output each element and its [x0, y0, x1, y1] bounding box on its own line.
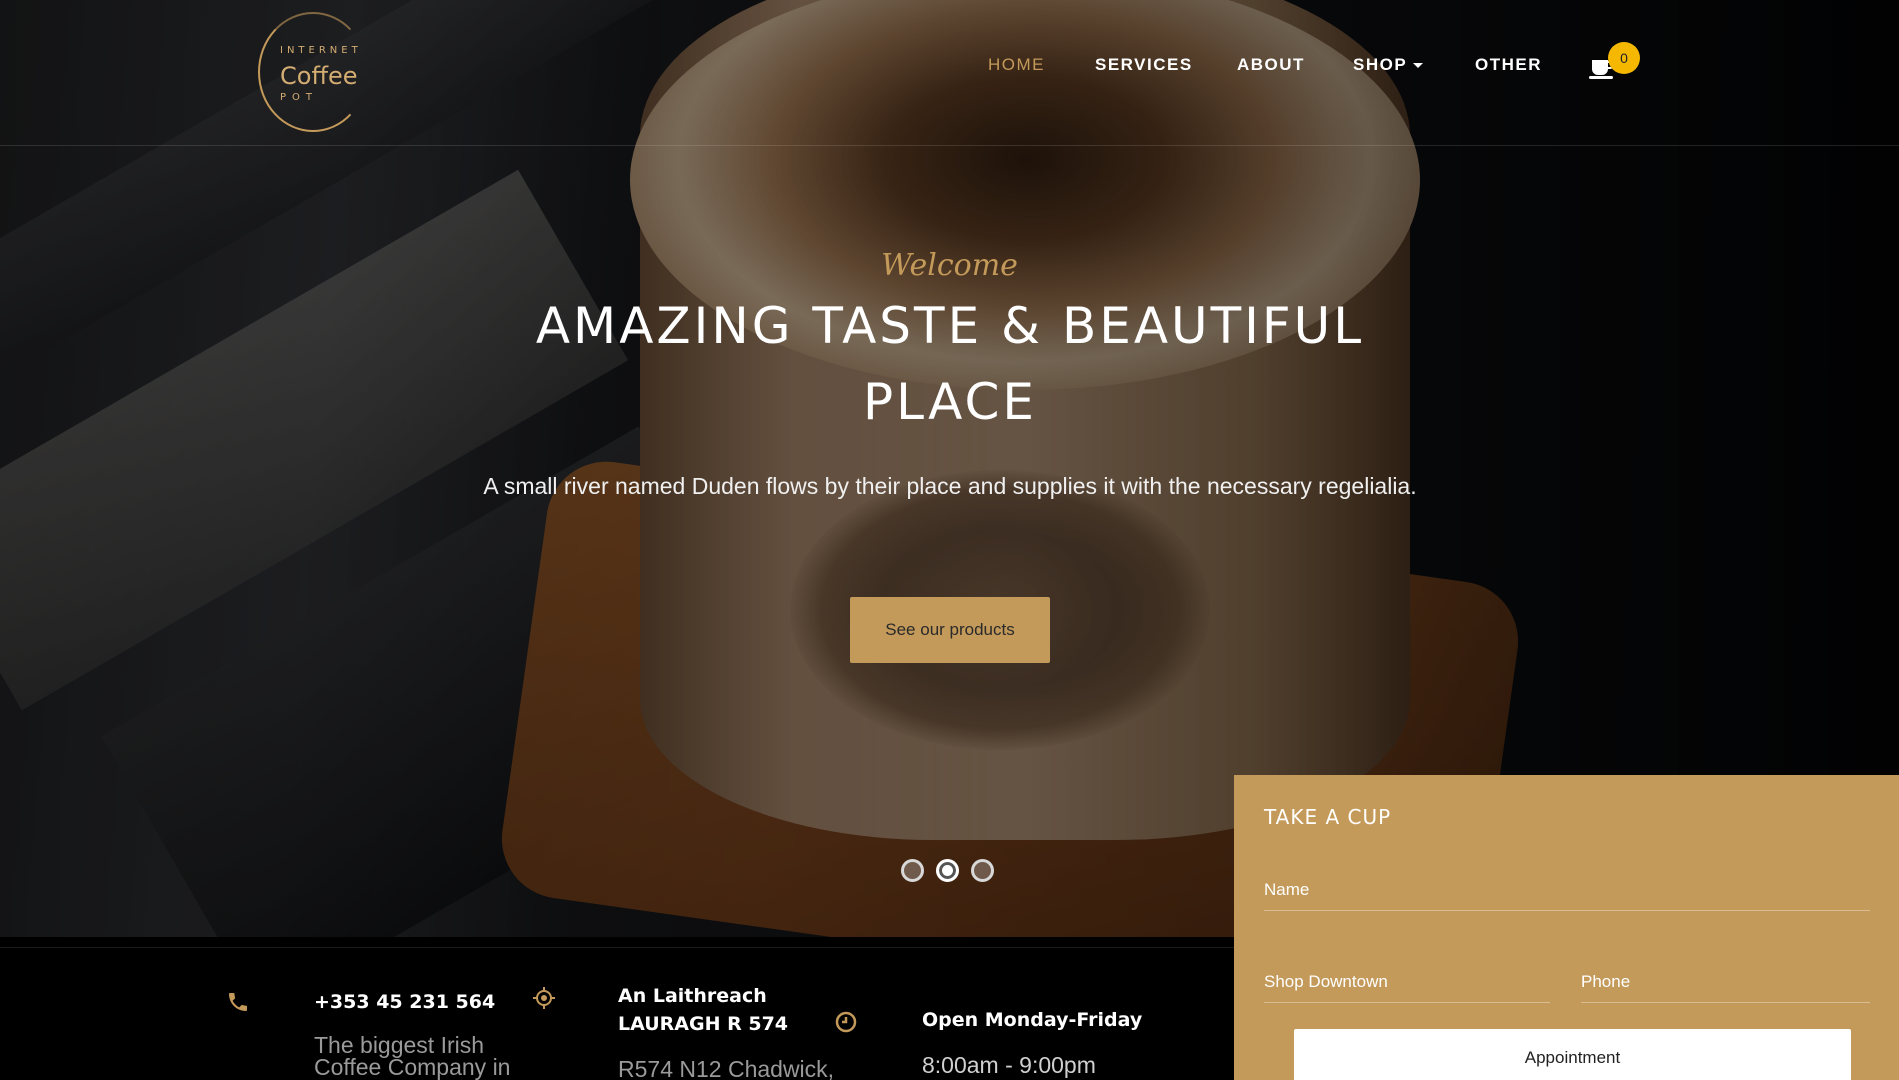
hero-subtitle: A small river named Duden flows by their… — [483, 473, 1417, 499]
chevron-down-icon — [1413, 63, 1424, 69]
nav-home[interactable]: HOME — [988, 55, 1045, 75]
carousel-dot-1[interactable] — [901, 859, 924, 882]
nav-shop[interactable]: SHOP — [1353, 55, 1424, 75]
clock-icon — [835, 1011, 857, 1033]
hero-headline: AMAZING TASTE & BEAUTIFUL PLACE — [535, 297, 1365, 431]
hours-time: 8:00am - 9:00pm — [922, 1052, 1096, 1078]
carousel-dot-3[interactable] — [971, 859, 994, 882]
carousel-dot-2[interactable] — [936, 859, 959, 882]
shop-select[interactable] — [1264, 961, 1550, 1003]
logo-line-2: Coffee — [280, 62, 358, 90]
address-line-1: An Laithreach — [618, 985, 767, 1007]
location-icon — [533, 987, 555, 1009]
nav-about[interactable]: ABOUT — [1237, 55, 1305, 75]
phone-number[interactable]: +353 45 231 564 — [314, 988, 495, 1016]
name-input[interactable] — [1264, 869, 1870, 911]
appointment-button[interactable]: Appointment — [1294, 1029, 1851, 1080]
carousel-indicators — [901, 859, 994, 882]
nav-shop-label: SHOP — [1353, 55, 1408, 74]
address-line-3: R574 N12 Chadwick, — [618, 1056, 835, 1080]
site-header: INTERNET Coffee POT HOME SERVICES ABOUT … — [0, 0, 1899, 146]
booking-panel: TAKE A CUP Appointment — [1234, 775, 1899, 1080]
phone-tagline: The biggest Irish Coffee Company in the … — [314, 1032, 511, 1080]
phone-icon — [229, 993, 247, 1011]
hours-title: Open Monday-Friday — [922, 1009, 1143, 1031]
logo-line-1: INTERNET — [280, 45, 362, 56]
brand-logo[interactable]: INTERNET Coffee POT — [258, 12, 368, 132]
nav-other[interactable]: OTHER — [1475, 55, 1542, 75]
hero-welcome: Welcome — [881, 248, 1018, 283]
cart-count-badge: 0 — [1608, 42, 1640, 74]
see-products-button[interactable]: See our products — [850, 597, 1050, 663]
nav-services[interactable]: SERVICES — [1095, 55, 1193, 75]
logo-line-3: POT — [280, 92, 319, 103]
phone-input[interactable] — [1581, 961, 1870, 1003]
address-line-2: LAURAGH R 574 — [618, 1013, 789, 1035]
booking-title: TAKE A CUP — [1264, 805, 1392, 829]
cart-button[interactable]: 0 — [1585, 42, 1645, 88]
